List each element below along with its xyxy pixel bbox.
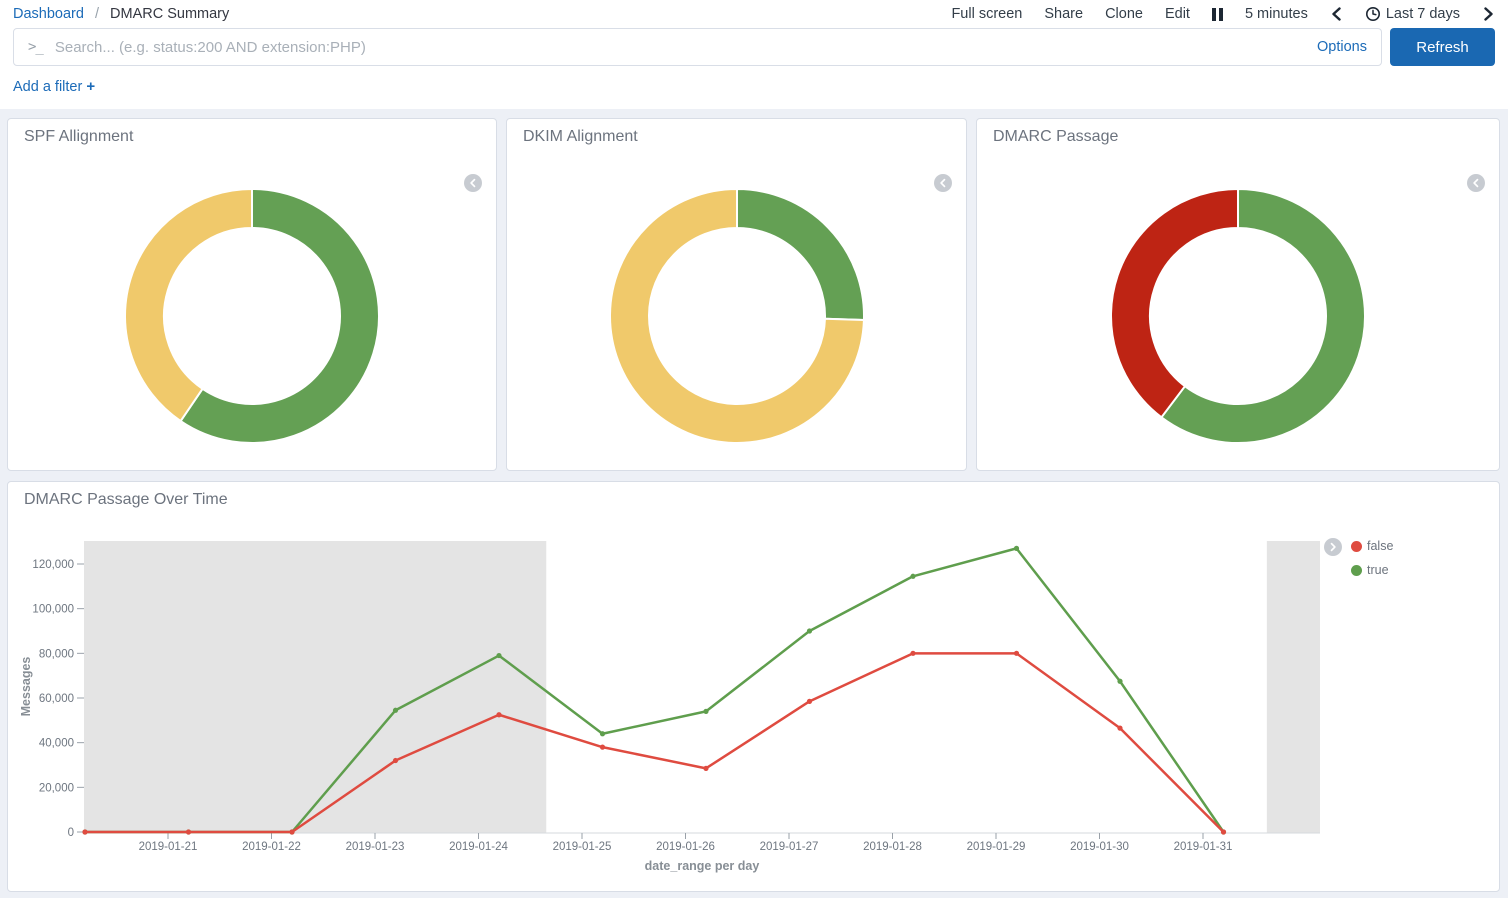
true-series-dot bbox=[1351, 565, 1362, 576]
series-false-point-2019-01-29[interactable] bbox=[1014, 651, 1019, 656]
panel-spf-alignment: SPF Allignment bbox=[7, 118, 497, 471]
plus-icon: + bbox=[86, 78, 95, 95]
menu-item-full-screen[interactable]: Full screen bbox=[951, 6, 1022, 22]
x-tick-label: 2019-01-23 bbox=[346, 841, 405, 853]
y-tick-label: 40,000 bbox=[39, 738, 74, 750]
add-filter-link[interactable]: Add a filter+ bbox=[13, 79, 95, 95]
donut-slice-1[interactable] bbox=[125, 189, 252, 421]
kibana-dashboard-page: Dashboard / DMARC Summary Full screen Sh… bbox=[0, 0, 1508, 893]
legend-label: false bbox=[1367, 539, 1393, 553]
legend-label: true bbox=[1367, 563, 1389, 577]
breadcrumb-separator: / bbox=[95, 6, 99, 22]
breadcrumb-dashboard-link[interactable]: Dashboard bbox=[13, 6, 84, 22]
x-tick-label: 2019-01-22 bbox=[242, 841, 301, 853]
legend-item-true[interactable]: true bbox=[1351, 563, 1393, 577]
menu-item-share[interactable]: Share bbox=[1044, 6, 1083, 22]
top-nav-menu: Full screen Share Clone Edit 5 minutes L… bbox=[951, 6, 1495, 22]
add-filter-label: Add a filter bbox=[13, 79, 82, 95]
panel-dmarc-passage: DMARC Passage bbox=[976, 118, 1500, 471]
series-false-point-2019-01-22[interactable] bbox=[289, 829, 294, 834]
series-true-point-2019-01-27[interactable] bbox=[807, 628, 812, 633]
series-false-point-2019-01-30[interactable] bbox=[1117, 726, 1122, 731]
time-range-picker[interactable]: Last 7 days bbox=[1365, 6, 1460, 22]
series-false-point-2019-01-20[interactable] bbox=[82, 829, 87, 834]
search-row: >_ Options Refresh bbox=[13, 28, 1495, 66]
series-false-point-2019-01-26[interactable] bbox=[703, 766, 708, 771]
refresh-interval-button[interactable]: 5 minutes bbox=[1245, 6, 1308, 22]
search-input[interactable] bbox=[55, 39, 1305, 56]
y-tick-label: 80,000 bbox=[39, 648, 74, 660]
panel-title: DMARC Passage bbox=[977, 119, 1499, 146]
time-range-label: Last 7 days bbox=[1386, 6, 1460, 22]
top-bar: Dashboard / DMARC Summary Full screen Sh… bbox=[0, 0, 1508, 109]
series-false-point-2019-01-21[interactable] bbox=[186, 829, 191, 834]
pause-icon[interactable] bbox=[1212, 8, 1223, 21]
dmarc-over-time-line-chart[interactable]: 0 20,000 40,000 60,000 80,000 100,000 120,000 2… bbox=[8, 482, 1499, 891]
series-false-point-2019-01-31[interactable] bbox=[1221, 829, 1226, 834]
panel-title: SPF Allignment bbox=[8, 119, 496, 146]
donut-slice-1[interactable] bbox=[1111, 189, 1238, 417]
legend-toggle-icon[interactable] bbox=[1324, 538, 1342, 556]
chart-legend: false true bbox=[1351, 539, 1393, 577]
search-bar: >_ Options bbox=[13, 28, 1382, 66]
time-back-icon[interactable] bbox=[1330, 7, 1343, 21]
breadcrumb: Dashboard / DMARC Summary bbox=[13, 6, 229, 22]
series-false-point-2019-01-28[interactable] bbox=[910, 651, 915, 656]
series-true-point-2019-01-24[interactable] bbox=[496, 653, 501, 658]
legend-collapse-icon[interactable] bbox=[464, 174, 482, 192]
x-tick-label: 2019-01-21 bbox=[139, 841, 198, 853]
panel-dmarc-over-time: DMARC Passage Over Time 020,00040,00060,… bbox=[7, 481, 1500, 892]
search-options-link[interactable]: Options bbox=[1317, 39, 1367, 55]
refresh-button[interactable]: Refresh bbox=[1390, 28, 1495, 66]
series-true-point-2019-01-25[interactable] bbox=[600, 731, 605, 736]
x-tick-label: 2019-01-30 bbox=[1070, 841, 1129, 853]
x-tick-label: 2019-01-25 bbox=[553, 841, 612, 853]
false-series-dot bbox=[1351, 541, 1362, 552]
legend-collapse-icon[interactable] bbox=[1467, 174, 1485, 192]
y-tick-label: 20,000 bbox=[39, 782, 74, 794]
x-tick-label: 2019-01-24 bbox=[449, 841, 508, 853]
y-tick-label: 100,000 bbox=[32, 604, 74, 616]
series-true-point-2019-01-28[interactable] bbox=[910, 574, 915, 579]
x-axis-title: date_range per day bbox=[645, 859, 760, 873]
clock-icon bbox=[1365, 6, 1381, 22]
donut-slice-0[interactable] bbox=[737, 189, 864, 320]
series-true-point-2019-01-26[interactable] bbox=[703, 709, 708, 714]
y-tick-label: 0 bbox=[68, 827, 74, 839]
spf-donut-chart[interactable] bbox=[123, 187, 381, 450]
panel-title: DKIM Alignment bbox=[507, 119, 966, 146]
x-tick-label: 2019-01-29 bbox=[967, 841, 1026, 853]
y-tick-label: 120,000 bbox=[32, 559, 74, 571]
page-title: DMARC Summary bbox=[110, 6, 229, 22]
series-true-point-2019-01-23[interactable] bbox=[393, 708, 398, 713]
series-false-point-2019-01-24[interactable] bbox=[496, 712, 501, 717]
y-tick-label: 60,000 bbox=[39, 693, 74, 705]
x-tick-label: 2019-01-26 bbox=[656, 841, 715, 853]
legend-collapse-icon[interactable] bbox=[934, 174, 952, 192]
series-false-point-2019-01-25[interactable] bbox=[600, 745, 605, 750]
time-forward-icon[interactable] bbox=[1482, 7, 1495, 21]
menu-item-edit[interactable]: Edit bbox=[1165, 6, 1190, 22]
dmarc-donut-chart[interactable] bbox=[1109, 187, 1367, 450]
menu-item-clone[interactable]: Clone bbox=[1105, 6, 1143, 22]
dashboard-grid: SPF Allignment DKIM Alignment DMARC Pass… bbox=[0, 109, 1508, 893]
series-true-point-2019-01-30[interactable] bbox=[1117, 679, 1122, 684]
series-false-point-2019-01-23[interactable] bbox=[393, 758, 398, 763]
x-tick-label: 2019-01-31 bbox=[1174, 841, 1233, 853]
x-tick-label: 2019-01-27 bbox=[760, 841, 819, 853]
x-tick-label: 2019-01-28 bbox=[863, 841, 922, 853]
y-axis-title: Messages bbox=[19, 657, 33, 717]
filter-bar: Add a filter+ bbox=[13, 66, 1495, 109]
legend-item-false[interactable]: false bbox=[1351, 539, 1393, 553]
partial-bucket-shade-1 bbox=[1267, 541, 1320, 833]
series-false-point-2019-01-27[interactable] bbox=[807, 699, 812, 704]
partial-bucket-shade-0 bbox=[84, 541, 546, 833]
dkim-donut-chart[interactable] bbox=[608, 187, 866, 450]
panel-dkim-alignment: DKIM Alignment bbox=[506, 118, 967, 471]
query-prompt-icon: >_ bbox=[28, 39, 43, 55]
series-true-point-2019-01-29[interactable] bbox=[1014, 546, 1019, 551]
